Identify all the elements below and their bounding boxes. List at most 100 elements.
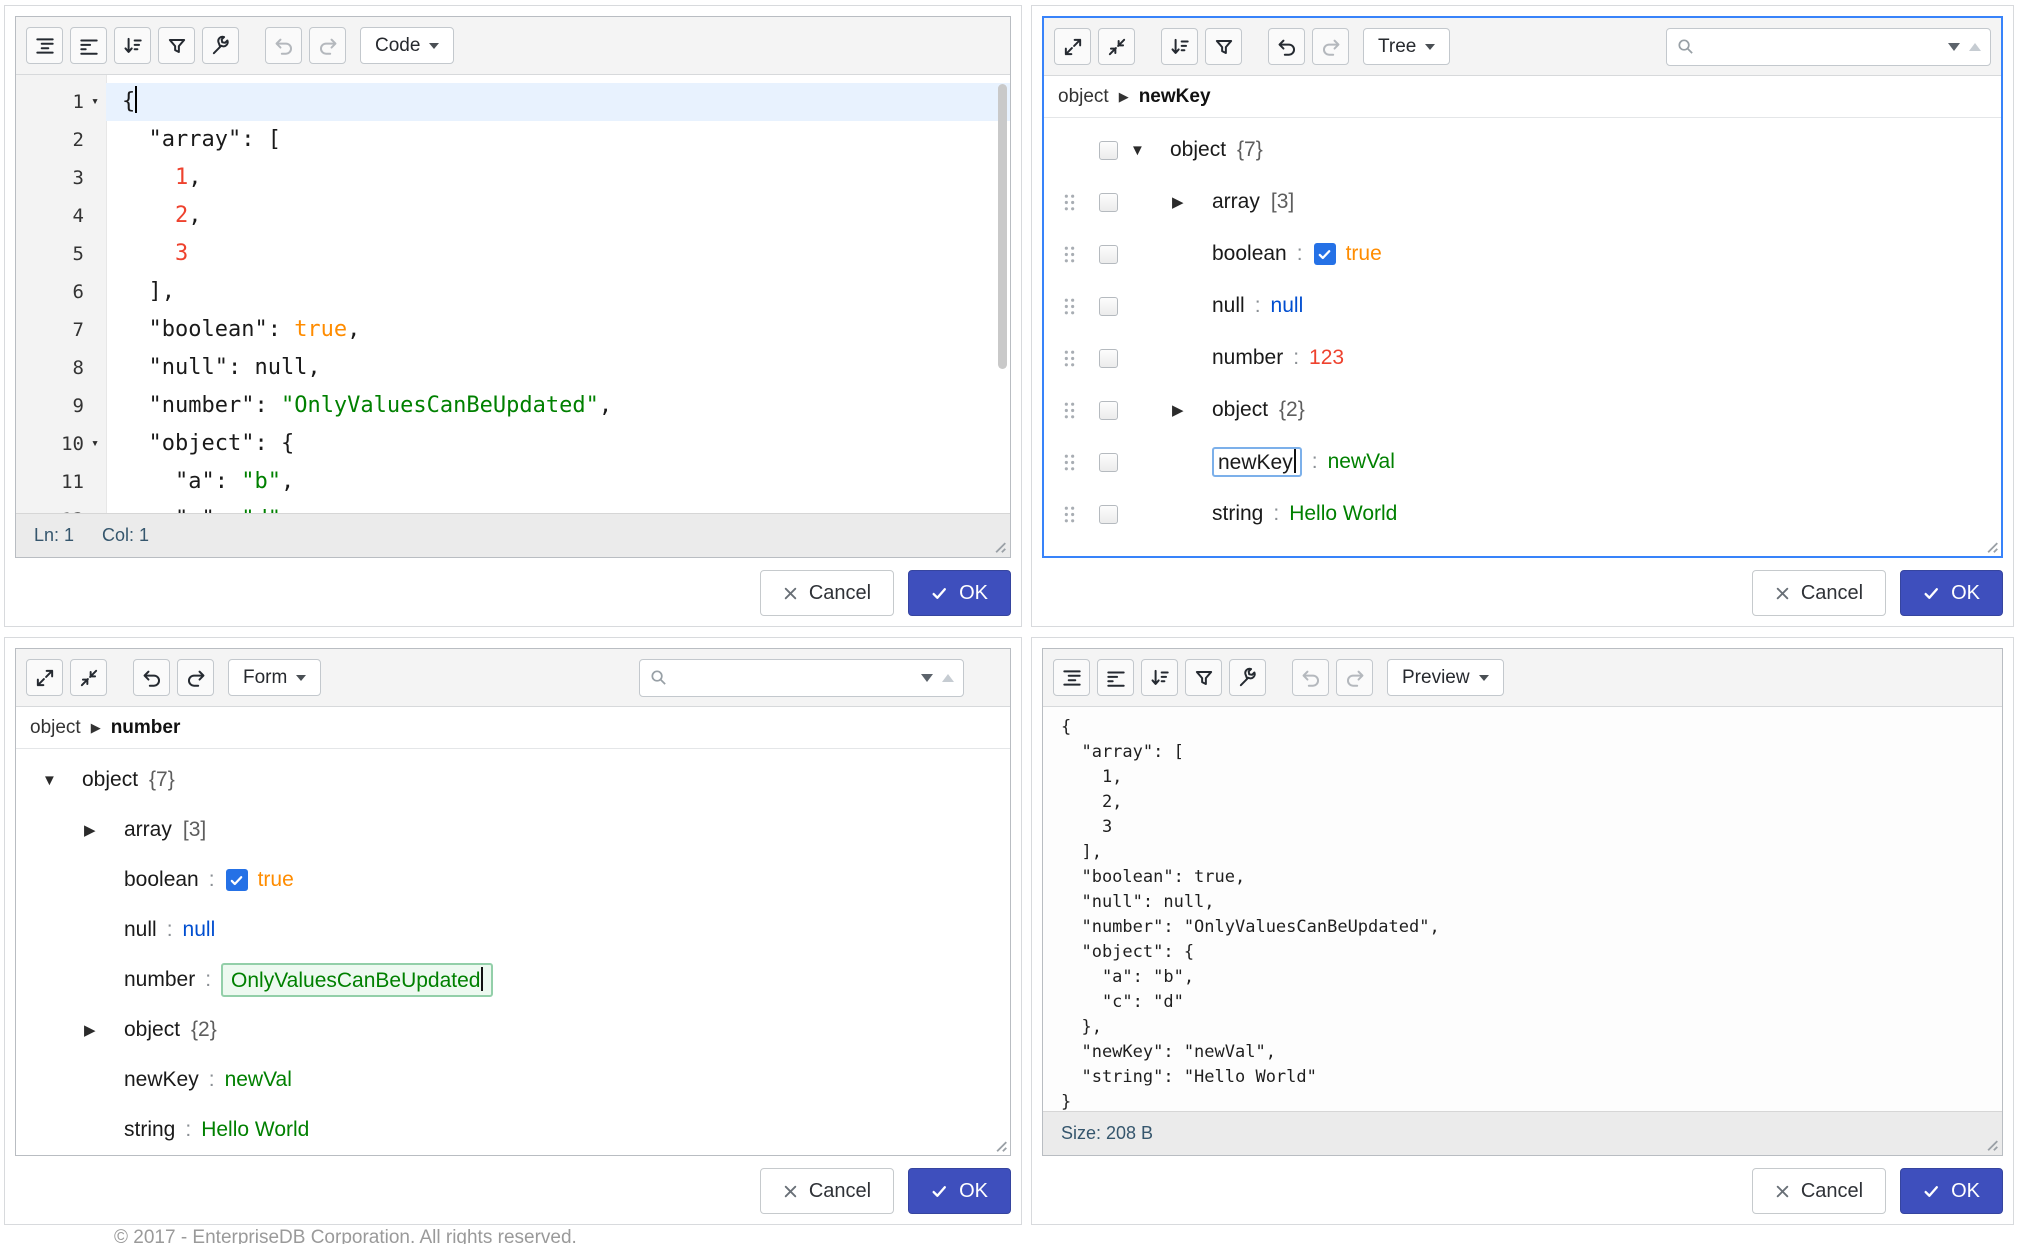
drag-handle-icon[interactable] [1063,348,1076,369]
repair-button[interactable] [1229,659,1266,696]
mode-select-button[interactable]: Preview [1387,659,1504,696]
field-name[interactable]: boolean [124,868,199,892]
search-next-icon[interactable] [921,674,933,682]
drag-handle-icon[interactable] [1063,192,1076,213]
cancel-button[interactable]: Cancel [1752,1168,1886,1214]
redo-button[interactable] [177,659,214,696]
cancel-button[interactable]: Cancel [1752,570,1886,616]
search-previous-icon[interactable] [942,674,954,682]
cancel-button[interactable]: Cancel [760,1168,894,1214]
expand-triangle-icon[interactable]: ▶ [1172,195,1184,210]
field-value[interactable]: OnlyValuesCanBeUpdated [221,963,493,997]
ok-button[interactable]: OK [908,570,1011,616]
drag-handle-icon[interactable] [1063,244,1076,265]
field-value[interactable]: Hello World [201,1118,309,1142]
boolean-checkbox[interactable] [1314,243,1336,265]
field-name[interactable]: array [124,818,172,842]
context-menu-button[interactable] [1099,193,1118,212]
expand-all-button[interactable] [1054,28,1091,65]
search-next-icon[interactable] [1948,43,1960,51]
context-menu-button[interactable] [1099,141,1118,160]
ok-button[interactable]: OK [908,1168,1011,1214]
collapse-triangle-icon[interactable]: ▼ [1130,143,1145,158]
repair-button[interactable] [202,27,239,64]
mode-select-button[interactable]: Tree [1363,28,1450,65]
transform-button[interactable] [1185,659,1222,696]
field-value[interactable]: 123 [1309,346,1344,370]
field-value[interactable]: null [1271,294,1304,318]
compact-button[interactable] [70,27,107,64]
boolean-checkbox[interactable] [226,869,248,891]
field-name[interactable]: number [124,968,195,992]
field-value[interactable]: newVal [225,1068,292,1092]
format-button[interactable] [1053,659,1090,696]
search-input[interactable] [1702,35,1941,58]
ok-button[interactable]: OK [1900,570,2003,616]
sort-button[interactable] [1161,28,1198,65]
resize-handle[interactable] [991,538,1007,554]
drag-handle-icon[interactable] [1063,452,1076,473]
format-button[interactable] [26,27,63,64]
field-name[interactable]: null [124,918,157,942]
fold-icon[interactable]: ▾ [84,83,106,121]
collapse-all-button[interactable] [1098,28,1135,65]
ok-button[interactable]: OK [1900,1168,2003,1214]
breadcrumb-root[interactable]: object [1058,86,1109,108]
form-content[interactable]: ▼object{7}▶array[3]boolean:truenull:null… [16,749,1010,1155]
field-value[interactable]: null [183,918,216,942]
expand-all-button[interactable] [26,659,63,696]
field-name[interactable]: object [82,768,138,792]
field-name[interactable]: number [1212,346,1283,370]
context-menu-button[interactable] [1099,401,1118,420]
field-value[interactable]: Hello World [1289,502,1397,526]
field-name[interactable]: newKey [124,1068,199,1092]
field-name[interactable]: string [124,1118,175,1142]
scrollbar-thumb[interactable] [998,84,1007,369]
field-name[interactable]: boolean [1212,242,1287,266]
sort-button[interactable] [1141,659,1178,696]
mode-select-button[interactable]: Form [228,659,321,696]
field-name[interactable]: array [1212,190,1260,214]
context-menu-button[interactable] [1099,245,1118,264]
field-name[interactable]: string [1212,502,1263,526]
transform-button[interactable] [1205,28,1242,65]
compact-button[interactable] [1097,659,1134,696]
code-content[interactable]: 1▾{2 "array": [3 1,4 2,5 36 ],7 "boolean… [16,75,1010,513]
field-name[interactable]: newKey [1212,447,1302,477]
fold-icon[interactable]: ▾ [84,425,106,463]
undo-button[interactable] [1268,28,1305,65]
drag-handle-icon[interactable] [1063,400,1076,421]
field-value[interactable]: true [1346,242,1382,266]
search-previous-icon[interactable] [1969,43,1981,51]
breadcrumb-root[interactable]: object [30,717,81,739]
context-menu-button[interactable] [1099,297,1118,316]
search-input[interactable] [675,666,914,689]
field-name[interactable]: object [124,1018,180,1042]
resize-handle[interactable] [992,1137,1008,1153]
field-name[interactable]: null [1212,294,1245,318]
sort-button[interactable] [114,27,151,64]
field-name[interactable]: object [1170,138,1226,162]
tree-content[interactable]: ▼object{7}▶array[3]boolean:truenull:null… [1044,118,2001,556]
context-menu-button[interactable] [1099,505,1118,524]
collapse-triangle-icon[interactable]: ▼ [42,773,57,788]
expand-triangle-icon[interactable]: ▶ [84,823,96,838]
field-value[interactable]: true [258,868,294,892]
field-name[interactable]: object [1212,398,1268,422]
context-menu-button[interactable] [1099,349,1118,368]
context-menu-button[interactable] [1099,453,1118,472]
drag-handle-icon[interactable] [1063,504,1076,525]
expand-triangle-icon[interactable]: ▶ [84,1023,96,1038]
mode-select-button[interactable]: Code [360,27,454,64]
field-value[interactable]: newVal [1328,450,1395,474]
expand-triangle-icon[interactable]: ▶ [1172,403,1184,418]
breadcrumb-leaf[interactable]: newKey [1139,86,1211,108]
resize-handle[interactable] [1983,1136,1999,1152]
transform-button[interactable] [158,27,195,64]
drag-handle-icon[interactable] [1063,296,1076,317]
breadcrumb-leaf[interactable]: number [111,717,181,739]
collapse-all-button[interactable] [70,659,107,696]
cancel-button[interactable]: Cancel [760,570,894,616]
undo-button[interactable] [133,659,170,696]
resize-handle[interactable] [1983,538,1999,554]
